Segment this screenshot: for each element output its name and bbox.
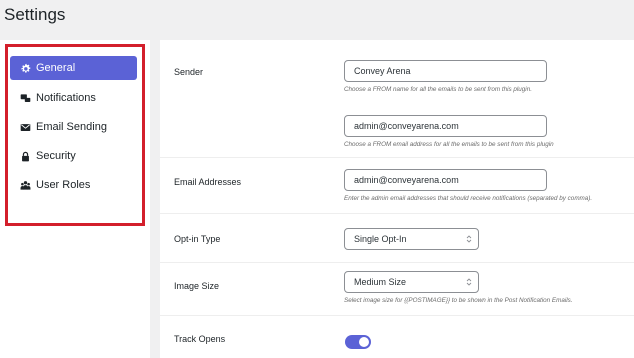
sidebar-highlight-box xyxy=(5,44,145,226)
email-addresses-label: Email Addresses xyxy=(174,177,242,187)
image-size-select[interactable]: Medium Size xyxy=(344,271,479,293)
divider xyxy=(160,315,634,316)
track-opens-label: Track Opens xyxy=(174,334,226,344)
email-addresses-hint: Enter the admin email addresses that sho… xyxy=(344,195,593,202)
track-opens-toggle[interactable] xyxy=(345,335,371,349)
divider xyxy=(160,213,634,214)
from-name-input[interactable]: Convey Arena xyxy=(344,60,547,82)
select-arrows-icon xyxy=(466,235,472,243)
page-title: Settings xyxy=(4,5,66,24)
toggle-knob xyxy=(359,337,369,347)
divider xyxy=(160,157,634,158)
image-size-label: Image Size xyxy=(174,281,220,291)
email-addresses-input[interactable]: admin@conveyarena.com xyxy=(344,169,547,191)
opt-in-type-select[interactable]: Single Opt-In xyxy=(344,228,479,250)
opt-in-type-value: Single Opt-In xyxy=(354,234,407,244)
from-name-hint: Choose a FROM name for all the emails to… xyxy=(344,86,532,93)
select-arrows-icon xyxy=(466,278,472,286)
from-email-hint: Choose a FROM email address for all the … xyxy=(344,141,554,148)
image-size-hint: Select image size for {{POSTIMAGE}} to b… xyxy=(344,297,573,304)
divider xyxy=(160,262,634,263)
opt-in-type-label: Opt-in Type xyxy=(174,234,221,244)
sender-label: Sender xyxy=(174,67,204,77)
from-email-input[interactable]: admin@conveyarena.com xyxy=(344,115,547,137)
image-size-value: Medium Size xyxy=(354,277,407,287)
